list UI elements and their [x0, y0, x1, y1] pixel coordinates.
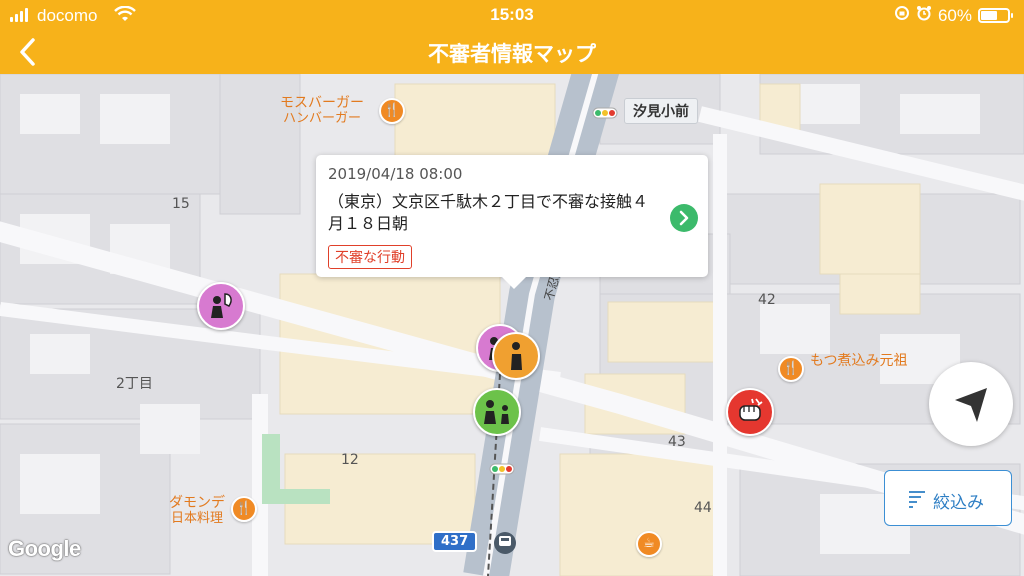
location-arrow-icon: [955, 388, 987, 422]
poi-mos-burger[interactable]: モスバーガー ハンバーガー: [268, 94, 376, 126]
poi-category: 日本料理: [170, 510, 223, 525]
block-label: 12: [341, 452, 359, 468]
block-label: 42: [758, 292, 776, 308]
battery-percent: 60%: [937, 5, 972, 25]
filter-button-label: 絞込み: [933, 493, 984, 513]
stalker-icon: [511, 342, 522, 370]
poi-motsuni[interactable]: もつ煮込み元祖: [810, 352, 907, 368]
incident-pin-red[interactable]: [726, 388, 774, 436]
map-view[interactable]: 不忍通り 汐見小前 15 2丁目 12 42 43 44 モスバーガー ハンバー…: [0, 74, 1024, 576]
poi-damonde[interactable]: ダモンデ 日本料理: [160, 494, 234, 526]
incident-pin-green[interactable]: [473, 388, 521, 436]
incident-date: 2019/04/18 08:00: [328, 165, 463, 183]
battery-icon: [978, 8, 1013, 23]
block-label: 44: [694, 500, 712, 516]
restaurant-icon[interactable]: 🍴: [778, 356, 804, 382]
train-station-icon: [494, 532, 516, 554]
map-base: [0, 74, 1024, 576]
poi-name: モスバーガー: [280, 94, 364, 110]
incident-pin-orange[interactable]: [492, 332, 540, 380]
cafe-icon[interactable]: ☕: [636, 531, 662, 557]
incident-text: （東京）文京区千駄木２丁目で不審な接触４月１８日朝: [328, 192, 649, 233]
nav-bar: 不審者情報マップ: [0, 30, 1024, 74]
route-shield: 437: [432, 531, 478, 552]
incident-callout[interactable]: 2019/04/18 08:00 （東京）文京区千駄木２丁目で不審な接触４月１８…: [316, 155, 708, 289]
google-logo: Google: [8, 536, 81, 561]
current-location-button[interactable]: [929, 362, 1013, 446]
filter-icon: [909, 491, 925, 508]
incident-category-tag: 不審な行動: [328, 245, 412, 269]
child-guardian-icon: [484, 400, 509, 424]
violence-icon: [739, 398, 763, 421]
restaurant-icon[interactable]: 🍴: [379, 98, 405, 124]
page-title: 不審者情報マップ: [428, 42, 596, 66]
block-label: 15: [172, 196, 190, 212]
detail-button[interactable]: [670, 204, 698, 232]
poi-name: ダモンデ: [169, 494, 225, 510]
alarm-icon: [916, 5, 932, 26]
block-label: 43: [668, 434, 686, 450]
station-label: 汐見小前: [624, 98, 698, 124]
poi-name: もつ煮込み元祖: [810, 352, 908, 368]
filter-button[interactable]: 絞込み: [884, 470, 1012, 526]
chevron-right-icon: [679, 210, 689, 226]
status-bar: docomo 15:03 60%: [0, 0, 1024, 30]
suspicious-person-icon: [211, 293, 232, 318]
restaurant-icon[interactable]: 🍴: [231, 496, 257, 522]
poi-category: ハンバーガー: [282, 110, 361, 125]
incident-pin-pink[interactable]: [197, 282, 245, 330]
clock: 15:03: [490, 5, 534, 24]
rotation-lock-icon: [894, 5, 910, 26]
block-label: 2丁目: [116, 376, 153, 392]
